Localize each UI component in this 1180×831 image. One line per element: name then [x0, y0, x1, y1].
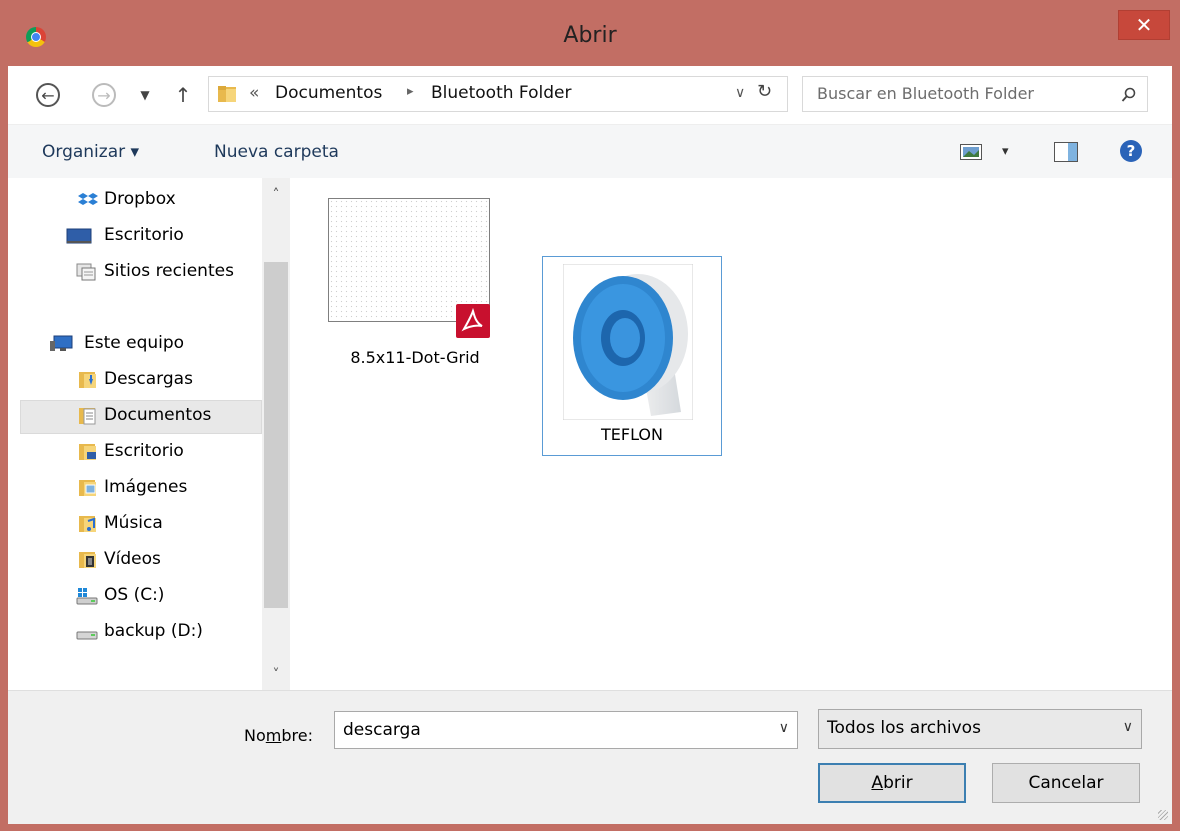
- search-input[interactable]: Buscar en Bluetooth Folder: [817, 84, 1034, 103]
- nav-label: backup (D:): [104, 621, 203, 641]
- dropbox-icon: [78, 193, 98, 205]
- folder-icon: [218, 86, 236, 102]
- nav-label: Este equipo: [84, 333, 185, 353]
- help-icon[interactable]: ?: [1120, 140, 1142, 162]
- nav-label: Escritorio: [104, 225, 184, 245]
- navigation-pane: Dropbox Escritorio Sitios recientes Este…: [8, 178, 290, 690]
- nav-item-escritorio[interactable]: Escritorio: [20, 220, 262, 254]
- label-part: bre:: [281, 726, 313, 745]
- desktop-folder-icon: [79, 444, 96, 460]
- desktop-icon: [66, 228, 92, 244]
- command-toolbar: Organizar ▾ Nueva carpeta ▾ ?: [8, 124, 1172, 179]
- nav-item-descargas[interactable]: Descargas: [20, 364, 262, 398]
- drive-d-icon: [76, 631, 98, 640]
- view-dropdown[interactable]: ▾: [1002, 144, 1009, 159]
- file-type-dropdown[interactable]: ∨: [1123, 719, 1133, 735]
- nav-item-sitios-recientes[interactable]: Sitios recientes: [20, 256, 262, 290]
- label-part: No: [244, 726, 266, 745]
- breadcrumb-bluetooth-folder[interactable]: Bluetooth Folder: [431, 83, 571, 103]
- search-box[interactable]: Buscar en Bluetooth Folder: [802, 76, 1148, 112]
- address-bar[interactable]: « Documentos ▸ Bluetooth Folder ∨ ↻: [208, 76, 788, 112]
- breadcrumb-overflow[interactable]: «: [249, 83, 259, 103]
- file-item-dot-grid[interactable]: 8.5x11-Dot-Grid: [320, 198, 510, 378]
- nav-item-musica[interactable]: Música: [20, 508, 262, 542]
- scroll-up-button[interactable]: ˄: [262, 182, 290, 208]
- address-row: ← → ▼ ↑ « Documentos ▸ Bluetooth Folder …: [8, 66, 1172, 124]
- title-bar[interactable]: Abrir ✕: [0, 0, 1180, 66]
- file-name: TEFLON: [601, 425, 663, 444]
- open-label: brir: [883, 773, 913, 793]
- up-button[interactable]: ↑: [168, 80, 198, 110]
- computer-icon: [50, 335, 73, 351]
- file-name-label: Nombre:: [244, 726, 313, 745]
- open-accesskey: A: [871, 773, 884, 793]
- file-type-value[interactable]: Todos los archivos: [827, 718, 981, 738]
- nav-label: Imágenes: [104, 477, 188, 497]
- organize-button[interactable]: Organizar ▾: [42, 142, 139, 162]
- pictures-folder-icon: [79, 480, 96, 496]
- nav-item-este-equipo[interactable]: Este equipo: [20, 328, 262, 362]
- nav-item-dropbox[interactable]: Dropbox: [20, 184, 262, 218]
- address-dropdown[interactable]: ∨: [735, 85, 745, 101]
- cancel-button[interactable]: Cancelar: [992, 763, 1140, 803]
- label-accesskey: m: [265, 726, 282, 745]
- nav-label: Descargas: [104, 369, 193, 389]
- nav-item-documentos[interactable]: Documentos: [20, 400, 262, 434]
- close-button[interactable]: ✕: [1118, 10, 1170, 40]
- nav-item-escritorio-folder[interactable]: Escritorio: [20, 436, 262, 470]
- scroll-thumb[interactable]: [264, 262, 288, 608]
- documents-folder-icon: [79, 408, 96, 425]
- recent-locations-dropdown[interactable]: ▼: [130, 80, 160, 110]
- file-name-area: Nombre: descarga ∨ Todos los archivos ∨ …: [8, 690, 1172, 824]
- window-title: Abrir: [563, 23, 617, 48]
- music-folder-icon: [79, 516, 96, 532]
- nav-label: Sitios recientes: [104, 261, 234, 281]
- forward-button[interactable]: →: [92, 83, 116, 107]
- dialog-client-area: ← → ▼ ↑ « Documentos ▸ Bluetooth Folder …: [8, 66, 1172, 824]
- downloads-folder-icon: [79, 372, 96, 388]
- drive-c-icon: [76, 588, 98, 605]
- scroll-down-button[interactable]: ˅: [262, 662, 290, 688]
- breadcrumb-documentos[interactable]: Documentos: [275, 83, 382, 103]
- nav-item-os-c[interactable]: OS (C:): [20, 580, 262, 614]
- file-item-teflon[interactable]: TEFLON: [542, 256, 722, 456]
- nav-label: Música: [104, 513, 163, 533]
- back-button[interactable]: ←: [36, 83, 60, 107]
- file-name-dropdown[interactable]: ∨: [779, 720, 789, 736]
- open-dialog-window: Abrir ✕ ← → ▼ ↑ « Documentos ▸ Bluetooth…: [0, 0, 1180, 831]
- new-folder-button[interactable]: Nueva carpeta: [214, 142, 339, 162]
- nav-item-backup-d[interactable]: backup (D:): [20, 616, 262, 650]
- view-options-icon[interactable]: [960, 144, 982, 160]
- search-icon[interactable]: [1121, 87, 1137, 103]
- open-button[interactable]: Abrir: [818, 763, 966, 803]
- recent-places-icon: [76, 263, 96, 281]
- file-name-value[interactable]: descarga: [343, 720, 421, 740]
- nav-item-imagenes[interactable]: Imágenes: [20, 472, 262, 506]
- file-list: 8.5x11-Dot-Grid TEFLON: [290, 178, 1172, 690]
- file-name: 8.5x11-Dot-Grid: [350, 348, 480, 367]
- breadcrumb-separator[interactable]: ▸: [407, 84, 414, 99]
- refresh-icon[interactable]: ↻: [757, 81, 772, 102]
- file-type-select[interactable]: Todos los archivos ∨: [818, 709, 1142, 749]
- nav-item-videos[interactable]: Vídeos: [20, 544, 262, 578]
- resize-grip[interactable]: [1158, 810, 1168, 820]
- preview-pane-icon[interactable]: [1054, 142, 1078, 162]
- file-name-input[interactable]: descarga ∨: [334, 711, 798, 749]
- nav-label: Documentos: [104, 405, 212, 425]
- nav-label: Dropbox: [104, 189, 176, 209]
- nav-label: OS (C:): [104, 585, 165, 605]
- nav-label: Escritorio: [104, 441, 184, 461]
- nav-scrollbar[interactable]: ˄ ˅: [262, 178, 290, 690]
- nav-label: Vídeos: [104, 549, 161, 569]
- videos-folder-icon: [79, 552, 96, 568]
- pdf-icon: [456, 304, 490, 338]
- teflon-tape-thumbnail: [563, 264, 693, 420]
